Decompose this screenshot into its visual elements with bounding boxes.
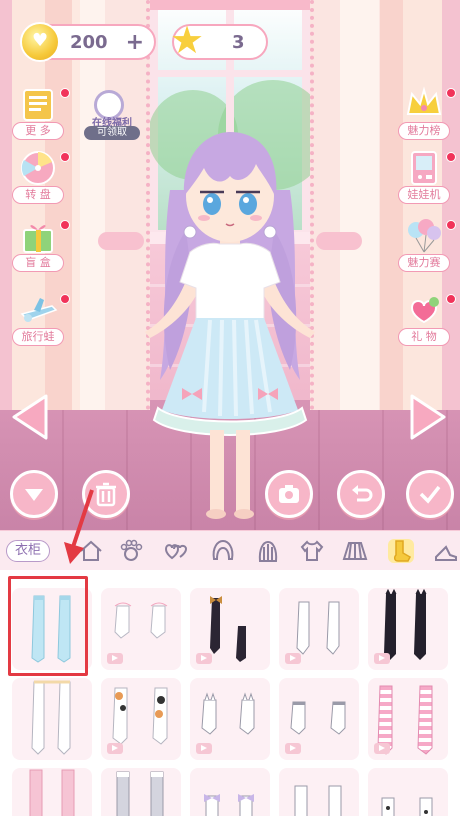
claw-machine-icon — [411, 151, 437, 185]
selected-item-highlight — [8, 576, 88, 676]
star-count: 3 — [232, 31, 245, 53]
socks-icon[interactable] — [388, 539, 414, 563]
item-socks-grey[interactable] — [101, 768, 181, 816]
video-ad-icon — [196, 653, 212, 664]
arrow-down-button[interactable] — [10, 470, 58, 518]
star-icon: ★ — [170, 18, 205, 62]
item-socks-pink-stripe[interactable] — [368, 678, 448, 760]
undo-icon — [352, 485, 373, 502]
shoes-icon[interactable] — [432, 539, 458, 563]
video-ad-icon — [196, 743, 212, 754]
arrow-down-icon — [25, 489, 43, 501]
item-socks-black-bow[interactable] — [190, 588, 270, 670]
star-currency[interactable]: ★ 3 — [170, 20, 268, 60]
heart-count: 200 — [70, 31, 108, 53]
top-icon[interactable] — [299, 539, 325, 563]
item-socks-white-short[interactable] — [279, 678, 359, 760]
wheel-icon — [21, 151, 55, 185]
next-arrow-icon[interactable] — [408, 392, 448, 442]
item-socks-white-plain[interactable] — [279, 768, 359, 816]
gift-icon — [23, 225, 53, 253]
item-socks-white-ruffle[interactable] — [101, 588, 181, 670]
item-socks-bunny[interactable] — [190, 678, 270, 760]
menu-gift[interactable]: 礼 物 — [392, 292, 456, 354]
notification-dot — [446, 294, 456, 304]
notification-dot — [60, 294, 70, 304]
item-socks-pink-heart[interactable] — [12, 768, 92, 816]
notification-dot — [60, 220, 70, 230]
notification-dot — [60, 152, 70, 162]
heart-coin-icon — [20, 22, 60, 62]
confirm-button[interactable] — [406, 470, 454, 518]
check-icon — [419, 485, 441, 504]
menu-charm-contest-label: 魅力赛 — [398, 254, 450, 272]
wardrobe-tab[interactable]: 衣柜 — [6, 540, 50, 562]
video-ad-icon — [374, 653, 390, 664]
plane-icon — [20, 298, 58, 322]
notebook-icon — [23, 89, 53, 121]
menu-more[interactable]: 更 多 — [6, 86, 70, 148]
menu-more-label: 更 多 — [12, 122, 64, 140]
item-socks-black-cat[interactable] — [368, 588, 448, 670]
paw-icon[interactable] — [118, 539, 144, 563]
menu-charm-rank-label: 魅力榜 — [398, 122, 450, 140]
prev-arrow-icon[interactable] — [10, 392, 50, 442]
undo-button[interactable] — [337, 470, 385, 518]
heart-currency[interactable]: 200 + — [20, 22, 156, 62]
menu-trip[interactable]: 旅行蛙 — [6, 292, 70, 354]
menu-claw-label: 娃娃机 — [398, 186, 450, 204]
camera-button[interactable] — [265, 470, 313, 518]
notification-dot — [446, 152, 456, 162]
hair-icon[interactable] — [210, 539, 236, 563]
video-ad-icon — [374, 743, 390, 754]
menu-wheel[interactable]: 转 盘 — [6, 150, 70, 212]
pointer-arrow-icon — [64, 489, 94, 564]
notification-dot — [446, 220, 456, 230]
video-ad-icon — [107, 653, 123, 664]
gift-heart-icon — [410, 297, 439, 324]
menu-blindbox[interactable]: 盲 盒 — [6, 218, 70, 280]
skirt-icon[interactable] — [342, 539, 368, 563]
hearts-icon[interactable] — [162, 539, 188, 563]
hair-back-icon[interactable] — [255, 539, 281, 563]
menu-gift-label: 礼 物 — [398, 328, 450, 346]
item-socks-lilac-bow[interactable] — [190, 768, 270, 816]
menu-blindbox-label: 盲 盒 — [12, 254, 64, 272]
menu-wheel-label: 转 盘 — [12, 186, 64, 204]
menu-trip-label: 旅行蛙 — [12, 328, 64, 346]
item-socks-white-long[interactable] — [279, 588, 359, 670]
menu-claw-machine[interactable]: 娃娃机 — [392, 150, 456, 212]
crown-icon — [406, 86, 442, 115]
item-socks-dotted[interactable] — [368, 768, 448, 816]
camera-icon — [279, 485, 299, 503]
menu-charm-rank[interactable]: 魅力榜 — [392, 86, 456, 148]
avatar-character — [145, 132, 315, 519]
notification-dot — [446, 88, 456, 98]
add-hearts-button[interactable]: + — [126, 30, 144, 55]
notification-dot — [60, 88, 70, 98]
video-ad-icon — [285, 653, 301, 664]
video-ad-icon — [285, 743, 301, 754]
item-socks-calico[interactable] — [101, 678, 181, 760]
video-ad-icon — [107, 743, 123, 754]
menu-charm-contest[interactable]: 魅力赛 — [392, 218, 456, 280]
balloons-icon — [408, 219, 441, 253]
item-socks-white-lace[interactable] — [12, 678, 92, 760]
